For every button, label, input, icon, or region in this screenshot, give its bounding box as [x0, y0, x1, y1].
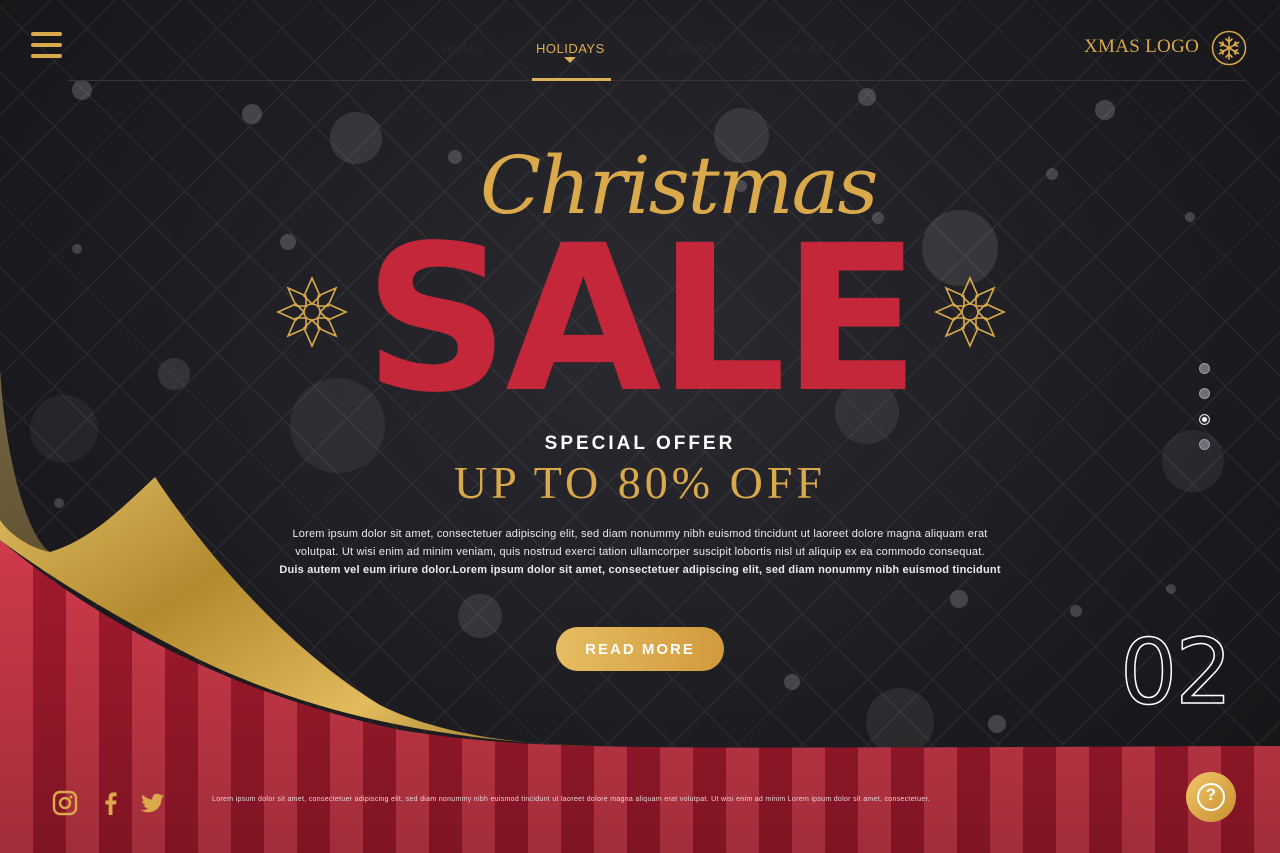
- help-icon: ?: [1205, 785, 1217, 804]
- body-text-line: volutpat. Ut wisi enim ad minim veniam, …: [295, 546, 985, 558]
- nav-active-underline: [532, 78, 611, 81]
- slider-dot-3[interactable]: [1199, 414, 1210, 425]
- sale-title: SALE: [363, 201, 921, 437]
- logo-text[interactable]: XMAS LOGO: [1084, 36, 1199, 58]
- instagram-icon[interactable]: [52, 790, 78, 816]
- discount-headline: UP TO 80% OFF: [454, 457, 826, 508]
- snowflake-ornament-icon: [276, 276, 348, 348]
- body-text-line: Lorem ipsum dolor sit amet, consectetuer…: [292, 528, 988, 540]
- twitter-icon[interactable]: [140, 790, 166, 816]
- read-more-button[interactable]: READ MORE: [556, 627, 724, 671]
- snowflake-ornament-icon: [934, 276, 1006, 348]
- facebook-icon[interactable]: [98, 790, 124, 816]
- help-button[interactable]: ?: [1186, 772, 1236, 822]
- snowflake-icon[interactable]: [1211, 30, 1247, 66]
- slider-dot-4[interactable]: [1199, 439, 1210, 450]
- special-offer-label: SPECIAL OFFER: [544, 433, 736, 454]
- body-text-line: Duis autem vel eum iriure dolor.Lorem ip…: [279, 564, 1001, 576]
- landing-page: HOME HOLIDAYS ABOUT CONTACT XMAS LOGO SA…: [0, 0, 1280, 853]
- slide-number: 02: [1119, 619, 1233, 726]
- christmas-script-title: Christmas: [480, 139, 878, 232]
- nav-divider: [68, 80, 1246, 81]
- footer-text: Lorem ipsum dolor sit amet, consectetuer…: [212, 796, 930, 803]
- slider-dot-2[interactable]: [1199, 388, 1210, 399]
- slider-dot-1[interactable]: [1199, 363, 1210, 374]
